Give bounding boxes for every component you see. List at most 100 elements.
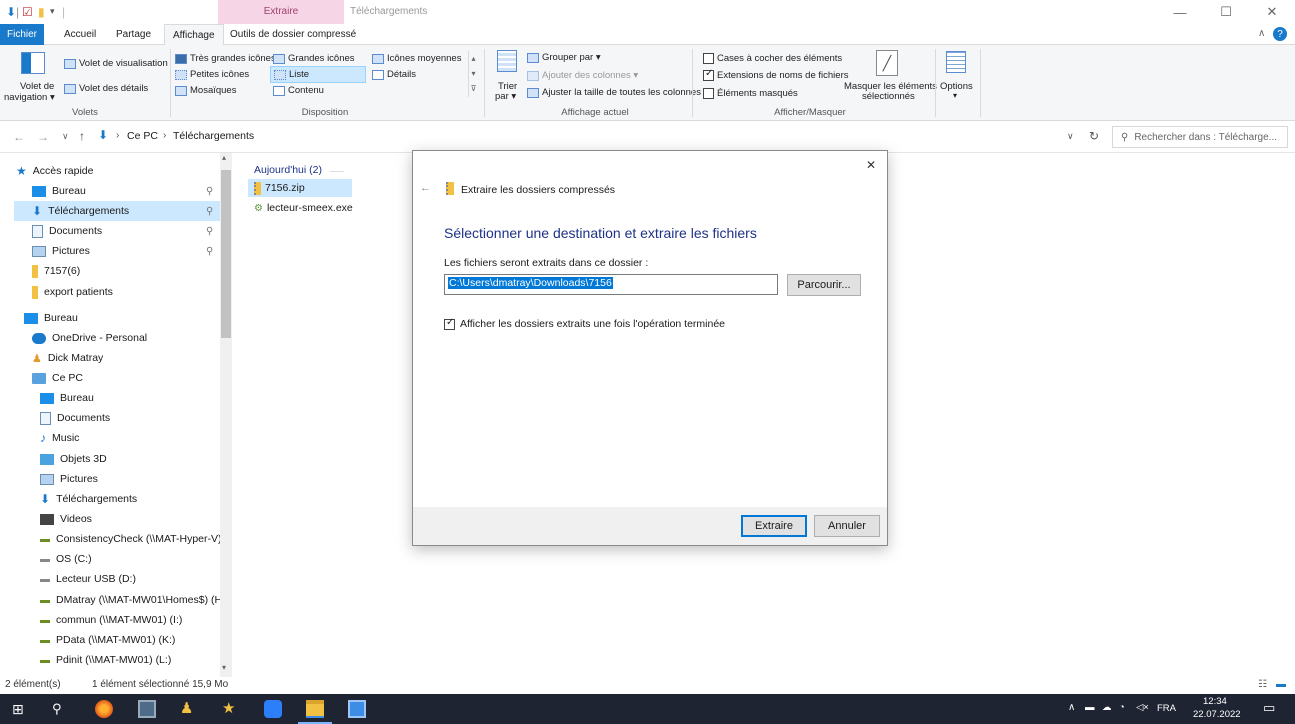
hide-selected-label-2[interactable]: sélectionnés (862, 91, 915, 102)
pin-icon[interactable]: ⚲ (206, 226, 213, 237)
nav-drive-usb[interactable]: ▬ Lecteur USB (D:) (40, 569, 136, 589)
item-checkboxes-checkbox[interactable] (703, 53, 714, 64)
collapse-ribbon-icon[interactable]: ∧ (1258, 28, 1265, 39)
nav-user[interactable]: ♟ Dick Matray (32, 348, 103, 368)
nav-qa-7157[interactable]: 7157(6) (32, 261, 80, 281)
nav-pc-documents[interactable]: Documents (40, 408, 110, 428)
tab-accueil[interactable]: Accueil (56, 24, 104, 45)
clock-time[interactable]: 12:34 (1203, 696, 1227, 707)
content-option[interactable]: Contenu (273, 85, 324, 96)
calculator-icon[interactable] (138, 700, 156, 718)
details-pane-button[interactable]: Volet des détails (64, 83, 148, 94)
nav-pc-music[interactable]: ♪ Music (40, 428, 79, 448)
item-checkboxes-toggle[interactable]: Cases à cocher des éléments (703, 53, 842, 64)
qa-dropdown-icon[interactable]: ▾ (50, 6, 55, 17)
pin-icon[interactable]: ⚲ (206, 206, 213, 217)
nav-quick-access[interactable]: ★ Accès rapide (16, 161, 93, 181)
scroll-down-icon[interactable]: ▾ (222, 663, 226, 672)
notifications-icon[interactable]: ▭ (1263, 700, 1275, 716)
language-indicator[interactable]: FRA (1157, 703, 1176, 714)
close-window-button[interactable]: ✕ (1249, 0, 1295, 24)
nav-qa-documents[interactable]: Documents (32, 221, 102, 241)
nav-pc-objets-3d[interactable]: Objets 3D (40, 449, 107, 469)
list-option-selected[interactable]: Liste (270, 66, 366, 83)
nav-pc-bureau[interactable]: Bureau (40, 388, 94, 408)
group-by-button[interactable]: Grouper par ▾ (527, 52, 601, 63)
breadcrumb-ce-pc[interactable]: Ce PC (127, 130, 158, 142)
file-extensions-checkbox[interactable] (703, 68, 714, 81)
refresh-icon[interactable]: ↻ (1089, 129, 1099, 143)
breadcrumb-telechargements[interactable]: Téléchargements (173, 130, 254, 142)
hidden-items-checkbox[interactable] (703, 88, 714, 99)
pin-icon[interactable]: ⚲ (206, 186, 213, 197)
details-option[interactable]: Détails (372, 69, 416, 80)
list-item[interactable]: ⚙ lecteur-smeex.exe (248, 199, 353, 217)
nav-qa-bureau[interactable]: Bureau (32, 181, 86, 201)
nav-drive-commun[interactable]: ▬ commun (\\MAT-MW01) (I:) (40, 610, 182, 630)
hide-selected-icon[interactable]: ╱ (876, 50, 898, 76)
search-icon[interactable]: ⚲ (52, 701, 62, 717)
minimize-button[interactable]: — (1157, 0, 1203, 24)
nav-bureau-root[interactable]: Bureau (24, 308, 78, 328)
dialog-back-icon[interactable]: ← (420, 182, 431, 194)
scroll-up-icon[interactable]: ▴ (222, 153, 226, 162)
clock-date[interactable]: 22.07.2022 (1193, 709, 1241, 720)
details-view-icon[interactable]: ☷ (1258, 679, 1267, 690)
hidden-items-toggle[interactable]: Éléments masqués (703, 88, 798, 99)
nav-onedrive[interactable]: OneDrive - Personal (32, 328, 147, 348)
nav-drive-pdinit[interactable]: ▬ Pdinit (\\MAT-MW01) (L:) (40, 650, 171, 670)
nav-pc-videos[interactable]: Videos (40, 509, 92, 529)
navigation-pane-icon[interactable] (21, 52, 45, 74)
very-large-icons-option[interactable]: Très grandes icônes (175, 53, 276, 64)
small-icons-option[interactable]: Petites icônes (175, 69, 249, 80)
tab-affichage[interactable]: Affichage (164, 24, 224, 46)
properties-icon[interactable]: ☑ (22, 5, 33, 19)
forward-icon[interactable]: → (37, 130, 49, 144)
nav-drive-dmatray[interactable]: ▬ DMatray (\\MAT-MW01\Homes$) (H (40, 590, 222, 610)
group-header-today[interactable]: Aujourd'hui (2) (254, 164, 322, 176)
notepad-icon[interactable] (348, 700, 366, 718)
nav-ce-pc[interactable]: Ce PC (32, 368, 83, 388)
new-folder-icon[interactable]: ▮ (38, 5, 45, 19)
onedrive-tray-icon[interactable]: ☁ (1102, 702, 1112, 713)
zoom-icon[interactable] (264, 700, 282, 718)
show-extracted-checkbox[interactable] (444, 317, 455, 330)
tiles-option[interactable]: Mosaïques (175, 85, 236, 96)
options-dropdown-icon[interactable]: ▾ (953, 91, 957, 100)
nav-pc-pictures[interactable]: Pictures (40, 469, 98, 489)
help-icon[interactable]: ? (1273, 27, 1287, 41)
large-icons-view-icon[interactable]: ▬ (1276, 679, 1286, 690)
nav-drive-os[interactable]: ▬ OS (C:) (40, 549, 92, 569)
nav-pc-telechargements[interactable]: ⬇ Téléchargements (40, 489, 137, 509)
fit-columns-button[interactable]: Ajuster la taille de toutes les colonnes (527, 87, 701, 98)
list-item[interactable]: 7156.zip (248, 179, 352, 197)
nav-drive-pdata[interactable]: ▬ PData (\\MAT-MW01) (K:) (40, 630, 175, 650)
folder-icon[interactable]: ⬇ (6, 5, 16, 19)
battery-icon[interactable]: ▬ (1085, 702, 1095, 713)
add-columns-button[interactable]: Ajouter des colonnes ▾ (527, 70, 638, 81)
recent-locations-icon[interactable]: ∨ (62, 131, 69, 142)
extract-button[interactable]: Extraire (741, 515, 807, 537)
nav-qa-telechargements[interactable]: ⬇ Téléchargements (14, 201, 220, 221)
search-box[interactable]: ⚲ Rechercher dans : Télécharge... (1112, 126, 1288, 148)
file-explorer-icon[interactable] (306, 700, 324, 718)
address-dropdown-icon[interactable]: ∨ (1067, 131, 1074, 142)
breadcrumb-chevron-icon[interactable]: › (163, 130, 166, 141)
show-extracted-option[interactable]: Afficher les dossiers extraits une fois … (444, 317, 725, 330)
up-icon[interactable]: ↑ (79, 129, 85, 143)
wifi-icon[interactable]: ◔ (1119, 702, 1125, 713)
sort-by-icon[interactable] (497, 50, 517, 72)
user-app-icon[interactable]: ♟ (180, 699, 193, 717)
preview-pane-button[interactable]: Volet de visualisation (64, 58, 168, 69)
navigation-pane-label-1[interactable]: Volet de (20, 81, 54, 92)
navigation-pane-label-2[interactable]: navigation ▾ (4, 92, 55, 103)
firefox-icon[interactable] (95, 700, 113, 718)
nav-qa-pictures[interactable]: Pictures (32, 241, 90, 261)
nav-qa-export-patients[interactable]: export patients (32, 282, 113, 302)
layout-gallery-scroll[interactable]: ▴ ▾ ⊽ (468, 51, 478, 97)
medium-icons-option[interactable]: Icônes moyennes (372, 53, 461, 64)
pin-icon[interactable]: ⚲ (206, 246, 213, 257)
nav-scrollbar-thumb[interactable] (221, 170, 231, 338)
nav-drive-consistencycheck[interactable]: ▬ ConsistencyCheck (\\MAT-Hyper-V) ( (40, 529, 228, 549)
destination-path-input[interactable]: C:\Users\dmatray\Downloads\7156 (444, 274, 778, 295)
